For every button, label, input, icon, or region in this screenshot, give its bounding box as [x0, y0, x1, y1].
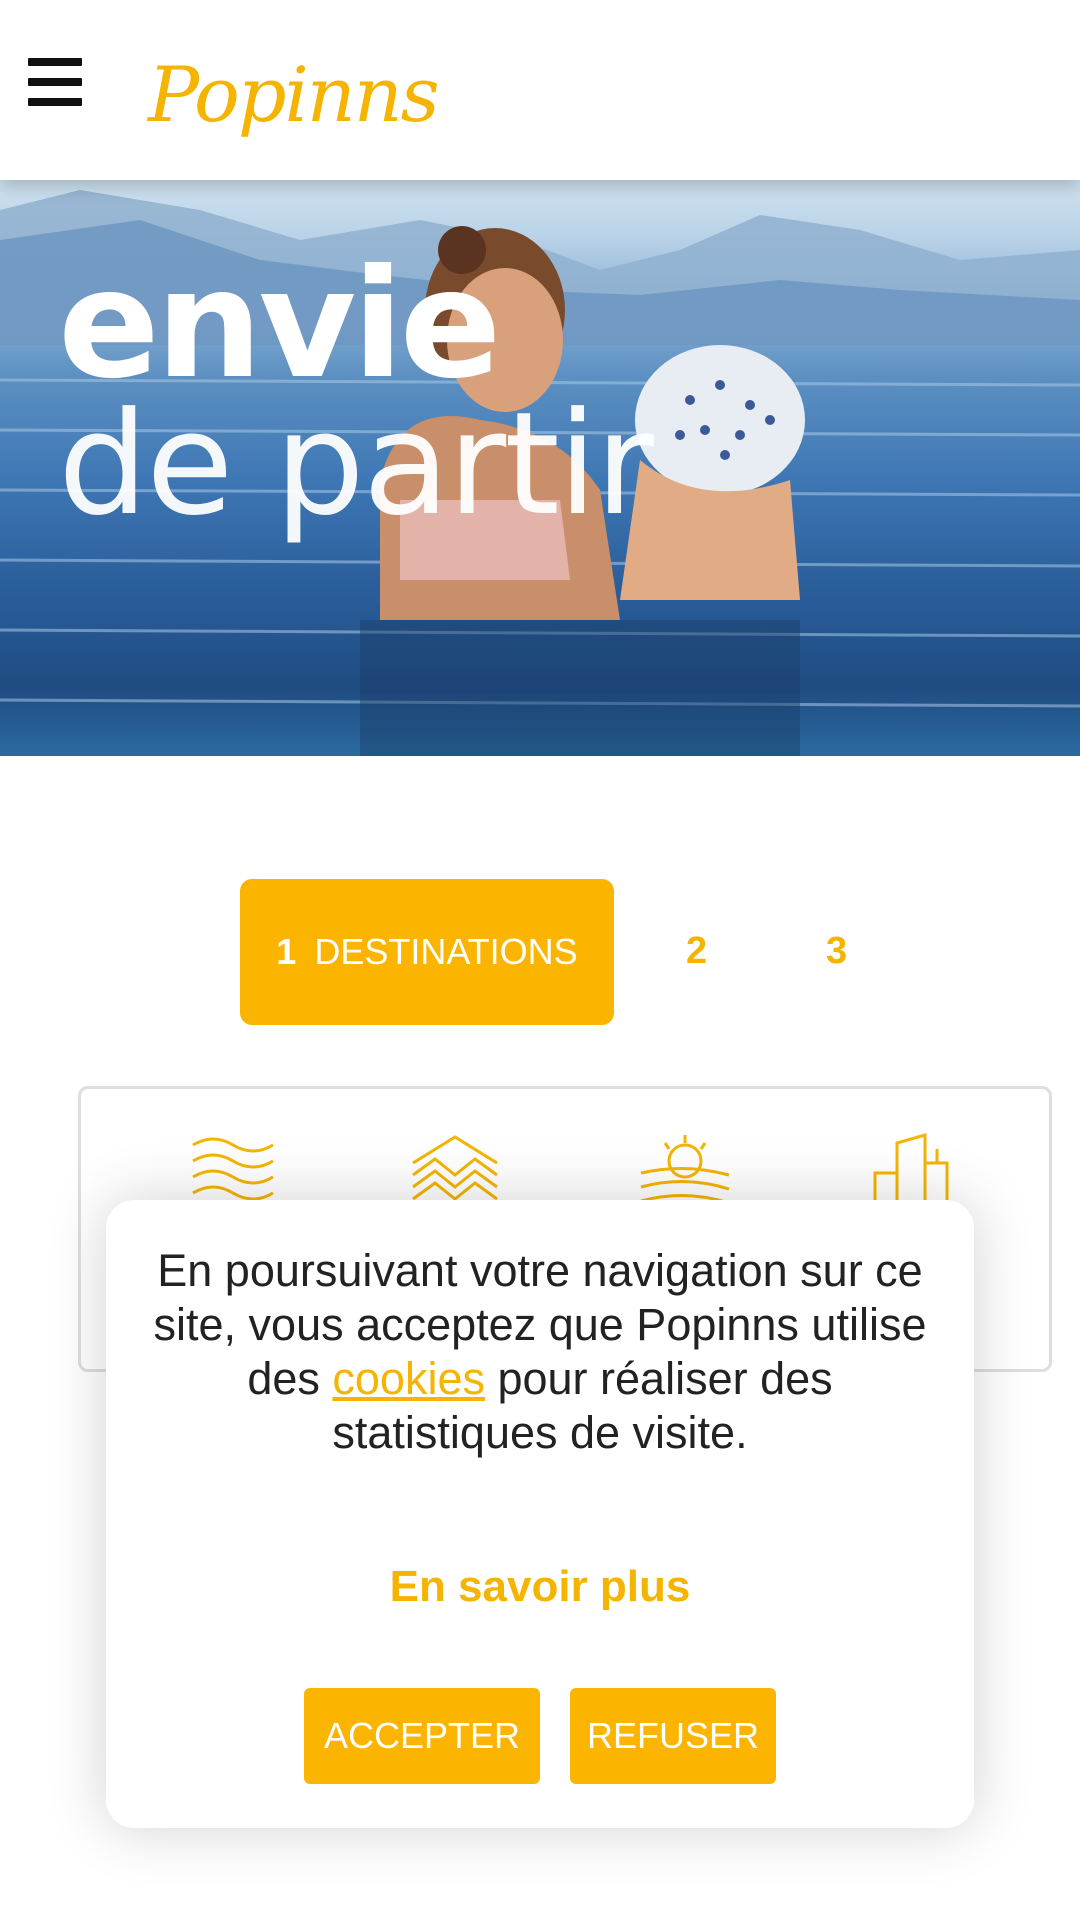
- menu-bar: [28, 98, 82, 106]
- cookies-link[interactable]: cookies: [332, 1353, 485, 1404]
- step-3[interactable]: 3: [826, 930, 847, 973]
- step-2[interactable]: 2: [686, 930, 707, 973]
- hero-banner: envie de partir: [0, 180, 1080, 756]
- popinns-logo[interactable]: Popinns: [148, 40, 440, 180]
- cookie-consent-banner: En poursuivant votre navigation sur ce s…: [106, 1200, 974, 1828]
- step-1-destinations[interactable]: 1 DESTINATIONS: [240, 879, 614, 1025]
- learn-more-link[interactable]: En savoir plus: [106, 1562, 974, 1612]
- refuse-button[interactable]: REFUSER: [570, 1688, 776, 1784]
- hero-title: envie de partir: [58, 238, 654, 547]
- menu-bar: [28, 58, 82, 66]
- step-number: 1: [276, 931, 297, 972]
- cookie-message: En poursuivant votre navigation sur ce s…: [146, 1244, 934, 1460]
- step-label: DESTINATIONS: [314, 931, 578, 972]
- hamburger-menu-icon[interactable]: [28, 58, 82, 106]
- hero-title-line1: envie: [58, 238, 501, 412]
- hero-title-line2: de partir: [58, 382, 654, 547]
- accept-button[interactable]: ACCEPTER: [304, 1688, 540, 1784]
- site-header: Popinns: [0, 0, 1080, 180]
- menu-bar: [28, 78, 82, 86]
